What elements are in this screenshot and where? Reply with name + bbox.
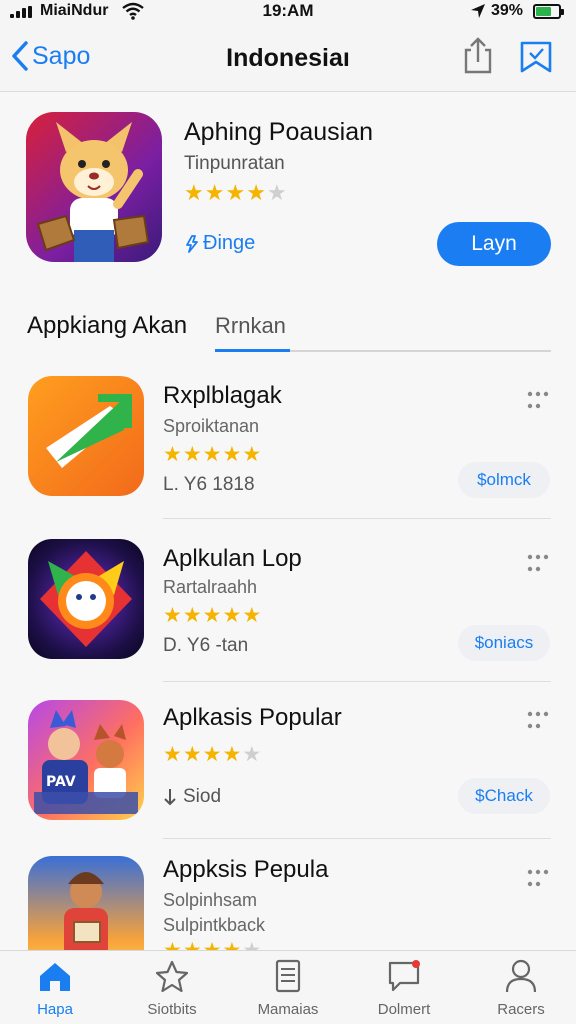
star-icon: ★ <box>204 180 226 205</box>
app-list-item[interactable]: PAV Aplkasis Popular ★★★★★ Siod $Chack <box>0 698 576 848</box>
app-name: Rxplblagak <box>163 382 282 409</box>
app-name: Aplkulan Lop <box>163 545 302 572</box>
star-icon: ★ <box>163 743 183 766</box>
featured-app-subtitle: Tinpunratan <box>184 153 285 174</box>
featured-category[interactable]: Ðinge <box>184 232 255 255</box>
tab-messages[interactable]: Dolmert <box>354 959 454 1021</box>
featured-get-button[interactable]: Layn <box>437 222 551 266</box>
star-icon: ★ <box>242 443 263 466</box>
star-icon: ★ <box>184 180 205 205</box>
star-icon: ★ <box>246 180 267 205</box>
app-icon <box>28 856 144 950</box>
more-options-icon[interactable] <box>524 551 552 577</box>
tab-label: Siotbits <box>147 1001 197 1018</box>
more-options-icon[interactable] <box>524 708 552 734</box>
star-icon: ★ <box>222 939 242 950</box>
tab-home[interactable]: Hapa <box>5 959 105 1021</box>
featured-category-label: Ðinge <box>203 232 256 254</box>
app-meta: L. Y6 1818 <box>163 474 255 495</box>
star-icon: ★ <box>242 939 262 950</box>
row-divider <box>163 838 551 839</box>
app-rating-stars: ★★★★★ <box>163 442 262 467</box>
app-list-item[interactable]: Appksis Pepula Solpinhsam Sulpintkback ★… <box>0 852 576 950</box>
tab-bar: Hapa Siotbits Mamaias Dolmert Racers <box>0 950 576 1024</box>
battery-percent: 39% <box>491 2 524 19</box>
download-size-icon <box>164 789 176 806</box>
row-divider <box>163 681 551 682</box>
app-get-button[interactable]: $Chack <box>458 778 550 814</box>
status-bar: MiaiNdur 19:AM 39% <box>0 0 576 24</box>
battery-icon <box>533 4 564 19</box>
star-icon: ★ <box>222 443 243 466</box>
section-tab[interactable]: Rrnkan <box>215 313 286 339</box>
app-subtitle: Solpinhsam <box>163 890 258 910</box>
star-icon: ★ <box>203 939 223 950</box>
app-rating-stars: ★★★★★ <box>163 742 262 767</box>
person-icon <box>505 959 537 993</box>
star-icon: ★ <box>163 443 183 466</box>
app-meta-text: Siod <box>183 786 222 807</box>
section-title: Appkiang Akan <box>27 312 188 339</box>
tab-label: Dolmert <box>377 1001 431 1018</box>
app-get-button[interactable]: $olmck <box>458 462 550 498</box>
app-name: Aplkasis Popular <box>163 704 342 731</box>
bookmark-icon[interactable] <box>517 38 555 76</box>
star-icon: ★ <box>182 743 203 766</box>
star-icon: ★ <box>222 743 243 766</box>
home-icon <box>40 963 70 991</box>
app-get-button[interactable]: $oniacs <box>458 625 550 661</box>
app-list-item[interactable]: Aplkulan Lop Rartalraahh ★★★★★ D. Y6 -ta… <box>0 535 576 685</box>
featured-app-name: Aphing Poausian <box>184 118 374 146</box>
app-icon: PAV <box>28 700 144 820</box>
navigation-bar: Sapo Indonesiaı <box>0 24 576 92</box>
location-arrow-icon <box>471 4 485 18</box>
share-icon[interactable] <box>460 36 496 76</box>
app-name: Appksis Pepula <box>163 856 329 883</box>
app-icon <box>28 539 144 659</box>
star-icon: ★ <box>182 604 203 627</box>
app-subtitle-secondary: Sulpintkback <box>163 915 266 935</box>
tab-label: Hapa <box>37 1001 73 1018</box>
tab-documents[interactable]: Mamaias <box>238 959 338 1021</box>
star-icon: ★ <box>242 604 263 627</box>
tab-profile[interactable]: Racers <box>471 959 571 1021</box>
app-meta: D. Y6 -tan <box>163 635 249 656</box>
app-icon <box>28 376 144 496</box>
svg-text:PAV: PAV <box>46 774 76 790</box>
star-icon: ★ <box>225 180 247 205</box>
star-icon: ★ <box>202 743 223 766</box>
star-icon: ★ <box>163 604 183 627</box>
app-meta: Siod <box>163 786 221 808</box>
star-icon <box>155 960 189 993</box>
category-icon <box>186 234 198 253</box>
app-subtitle: Sproiktanan <box>163 416 260 436</box>
star-icon: ★ <box>202 604 223 627</box>
star-icon: ★ <box>182 443 203 466</box>
star-icon: ★ <box>242 743 263 766</box>
more-options-icon[interactable] <box>524 388 552 414</box>
tab-active-indicator <box>215 349 290 352</box>
app-subtitle: Rartalraahh <box>163 577 258 597</box>
app-rating-stars: ★★★★★ <box>163 603 262 628</box>
star-icon: ★ <box>266 180 288 205</box>
chat-icon <box>388 960 420 992</box>
featured-app[interactable]: Aphing Poausian Tinpunratan ★★★★★ Ðinge … <box>0 92 576 292</box>
tab-label: Mamaias <box>257 1001 319 1018</box>
star-icon: ★ <box>163 939 183 950</box>
row-divider <box>163 518 551 519</box>
app-rating-stars: ★★★★★ <box>163 938 262 950</box>
featured-app-icon <box>26 112 162 262</box>
featured-rating-stars: ★★★★★ <box>184 180 288 206</box>
star-icon: ★ <box>202 443 223 466</box>
battery-level <box>536 7 551 16</box>
tab-label: Racers <box>497 1001 545 1018</box>
document-icon <box>275 959 301 993</box>
app-list-item[interactable]: Rxplblagak Sproiktanan ★★★★★ L. Y6 1818 … <box>0 370 576 520</box>
tab-favorites[interactable]: Siotbits <box>122 959 222 1021</box>
status-time: 19:AM <box>262 1 314 20</box>
star-icon: ★ <box>183 939 203 950</box>
star-icon: ★ <box>222 604 243 627</box>
more-options-icon[interactable] <box>524 866 552 892</box>
